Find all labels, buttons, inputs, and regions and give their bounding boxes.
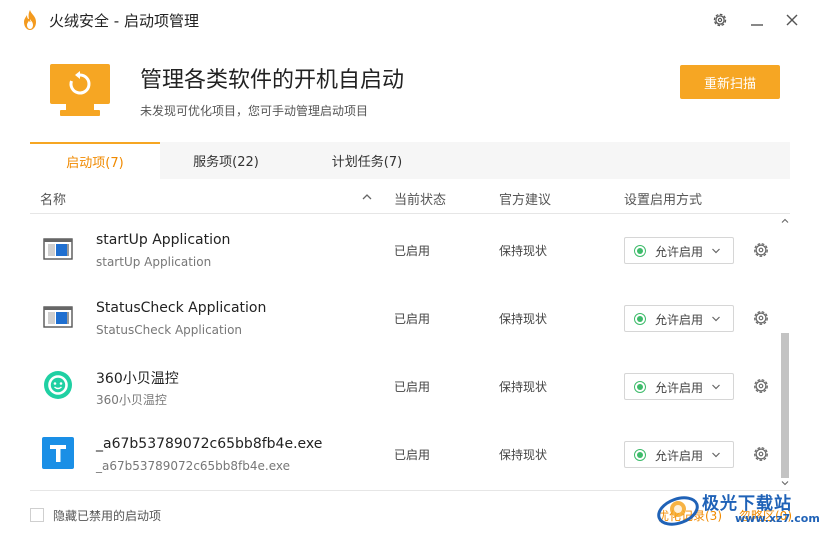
row-advice: 保持现状 <box>499 312 548 326</box>
column-header-status: 当前状态 <box>394 193 447 208</box>
row-subtitle: _a67b53789072c65bb8fb4e.exe <box>96 459 291 473</box>
row-advice: 保持现状 <box>499 380 548 394</box>
row-advice: 保持现状 <box>499 244 548 258</box>
enable-mode-label: 允许启用 <box>655 449 704 463</box>
enable-mode-label: 允许启用 <box>655 381 704 395</box>
row-status: 已启用 <box>394 312 431 326</box>
chevron-down-icon <box>712 316 720 322</box>
tab-services[interactable]: 服务项(22) <box>160 142 292 179</box>
row-name: StatusCheck Application <box>96 300 267 316</box>
row-status: 已启用 <box>394 448 431 462</box>
window-app-icon <box>43 306 73 328</box>
page-title: 管理各类软件的开机自启动 <box>140 68 405 93</box>
enable-mode-label: 允许启用 <box>655 245 704 259</box>
chevron-down-icon <box>712 248 720 254</box>
enable-mode-select[interactable]: 允许启用 <box>624 373 734 400</box>
row-name: _a67b53789072c65bb8fb4e.exe <box>96 436 323 452</box>
ignore-zone-link[interactable]: 忽略区(0) <box>739 507 792 524</box>
column-header-mode: 设置启用方式 <box>624 193 703 208</box>
row-subtitle: 360小贝温控 <box>96 393 167 407</box>
hide-disabled-label: 隐藏已禁用的启动项 <box>53 509 162 523</box>
window-app-icon <box>43 238 73 260</box>
tab-bar: 启动项(7) 服务项(22) 计划任务(7) <box>30 142 790 179</box>
table-header: 名称 当前状态 官方建议 设置启用方式 <box>30 180 790 214</box>
startup-items-list: startUp Application startUp Application … <box>30 215 790 487</box>
tab-scheduled-tasks[interactable]: 计划任务(7) <box>292 142 442 179</box>
row-subtitle: startUp Application <box>96 255 212 269</box>
column-header-name[interactable]: 名称 <box>40 189 66 208</box>
t-app-icon <box>42 437 74 469</box>
column-header-advice: 官方建议 <box>499 193 552 208</box>
enabled-indicator-icon <box>634 245 646 257</box>
rescan-button[interactable]: 重新扫描 <box>680 65 780 99</box>
enable-mode-label: 允许启用 <box>655 313 704 327</box>
row-name: 360小贝温控 <box>96 371 179 387</box>
huorong-flame-icon <box>24 10 36 30</box>
row-subtitle: StatusCheck Application <box>96 323 243 337</box>
gear-icon <box>713 13 727 27</box>
chevron-down-icon <box>712 452 720 458</box>
table-row[interactable]: _a67b53789072c65bb8fb4e.exe _a67b5378907… <box>30 419 775 487</box>
row-status: 已启用 <box>394 244 431 258</box>
window-title: 火绒安全 - 启动项管理 <box>49 12 199 30</box>
enabled-indicator-icon <box>634 381 646 393</box>
optimize-record-link[interactable]: 优化记录(3) <box>657 507 722 524</box>
chevron-down-icon <box>712 384 720 390</box>
enable-mode-select[interactable]: 允许启用 <box>624 441 734 468</box>
enabled-indicator-icon <box>634 313 646 325</box>
row-advice: 保持现状 <box>499 448 548 462</box>
gear-icon[interactable] <box>752 309 770 327</box>
row-status: 已启用 <box>394 380 431 394</box>
page-subtitle: 未发现可优化项目，您可手动管理启动项目 <box>140 104 369 118</box>
enabled-indicator-icon <box>634 449 646 461</box>
enable-mode-select[interactable]: 允许启用 <box>624 305 734 332</box>
monitor-startup-icon <box>50 64 110 116</box>
gear-icon[interactable] <box>752 445 770 463</box>
divider <box>30 490 790 491</box>
table-row[interactable]: 360小贝温控 360小贝温控 已启用 保持现状 允许启用 <box>30 351 775 419</box>
settings-button[interactable] <box>708 8 732 32</box>
scroll-down-arrow-icon[interactable] <box>780 478 790 488</box>
gear-icon[interactable] <box>752 241 770 259</box>
enable-mode-select[interactable]: 允许启用 <box>624 237 734 264</box>
table-row[interactable]: StatusCheck Application StatusCheck Appl… <box>30 283 775 351</box>
tab-startup-items[interactable]: 启动项(7) <box>30 142 160 179</box>
360-temp-icon <box>44 371 72 399</box>
close-icon <box>786 14 798 26</box>
gear-icon[interactable] <box>752 377 770 395</box>
close-button[interactable] <box>780 8 804 32</box>
row-name: startUp Application <box>96 232 231 248</box>
scroll-up-arrow-icon[interactable] <box>780 216 790 226</box>
hide-disabled-checkbox[interactable] <box>30 508 44 522</box>
sort-ascending-icon[interactable] <box>360 190 374 204</box>
scrollbar-thumb[interactable] <box>781 333 789 478</box>
table-row[interactable]: startUp Application startUp Application … <box>30 215 775 283</box>
minimize-button[interactable] <box>745 8 769 32</box>
title-bar: 火绒安全 - 启动项管理 <box>0 0 820 40</box>
minimize-icon <box>751 24 763 26</box>
